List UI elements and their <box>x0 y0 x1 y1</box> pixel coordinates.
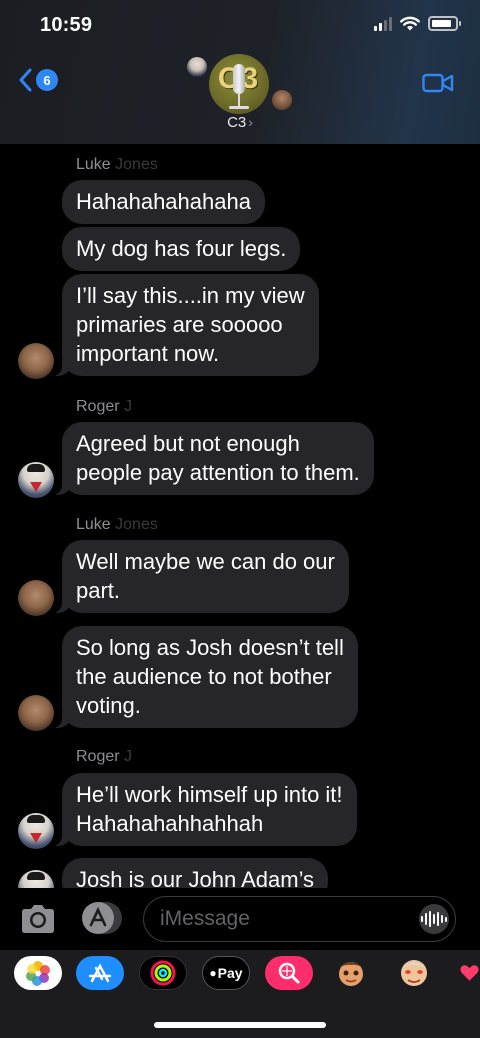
cellular-signal-icon <box>374 16 392 31</box>
sender-name: Luke Jones <box>76 516 158 533</box>
battery-icon <box>428 16 461 31</box>
memoji-icon[interactable] <box>327 956 375 990</box>
heart-stickers-icon[interactable] <box>453 956 480 990</box>
app-store-button[interactable] <box>80 900 124 936</box>
message-bubble[interactable]: Hahahahahahaha <box>62 180 265 224</box>
audio-waveform-icon[interactable] <box>419 904 449 934</box>
home-indicator[interactable] <box>154 1022 326 1028</box>
group-avatar[interactable]: C3 <box>209 54 269 114</box>
photos-icon[interactable] <box>14 956 62 990</box>
message-bubble[interactable]: Well maybe we can do our part. <box>52 540 349 613</box>
chevron-right-icon: › <box>248 114 253 130</box>
avatar[interactable] <box>18 580 54 616</box>
imessage-app-strip: ● Pay <box>0 950 480 1038</box>
member-avatar-luke <box>272 90 292 110</box>
chevron-left-icon <box>19 68 32 92</box>
group-name-label: C3 <box>227 114 247 131</box>
message-bubble[interactable]: So long as Josh doesn’t tell the audienc… <box>52 626 358 728</box>
unread-count-badge: 6 <box>36 69 58 91</box>
back-button[interactable]: 6 <box>18 68 58 92</box>
avatar[interactable] <box>18 695 54 731</box>
camera-icon[interactable] <box>18 902 58 936</box>
status-time: 10:59 <box>40 14 93 36</box>
app-store-icon <box>82 902 122 934</box>
avatar[interactable] <box>18 813 54 849</box>
imessage-input[interactable] <box>143 896 456 942</box>
message-bubble[interactable]: I’ll say this....in my view primaries ar… <box>52 274 319 376</box>
message-thread[interactable]: Luke Jones Hahahahahahaha My dog has fou… <box>0 144 480 888</box>
sender-name: Roger J <box>76 748 133 765</box>
video-camera-icon[interactable] <box>422 72 454 94</box>
message-bubble[interactable]: Josh is our John Adam’s <box>62 858 329 888</box>
sender-name: Luke Jones <box>76 156 158 173</box>
avatar[interactable] <box>18 343 54 379</box>
memoji-stickers-icon[interactable] <box>390 956 438 990</box>
message-input-bar <box>0 888 480 950</box>
avatar[interactable] <box>18 870 54 888</box>
wifi-icon <box>400 16 420 31</box>
member-avatar-roger <box>187 57 207 77</box>
group-name[interactable]: C3 › <box>0 114 480 131</box>
apple-pay-icon[interactable]: ● Pay <box>202 956 250 990</box>
message-bubble[interactable]: Agreed but not enough people pay attenti… <box>52 422 374 495</box>
activity-icon[interactable] <box>139 956 187 990</box>
microphone-icon <box>233 64 245 94</box>
search-images-icon[interactable] <box>265 956 313 990</box>
avatar[interactable] <box>18 462 54 498</box>
conversation-header: 10:59 6 C3 C3› <box>0 0 480 144</box>
message-bubble[interactable]: My dog has four legs. <box>62 227 301 271</box>
app-store-icon[interactable] <box>76 956 124 990</box>
apple-logo-icon: ● <box>209 966 217 980</box>
sender-name: Roger J <box>76 398 133 415</box>
message-bubble[interactable]: He’ll work himself up into it! Hahahahah… <box>52 773 357 846</box>
status-icons <box>374 16 461 31</box>
